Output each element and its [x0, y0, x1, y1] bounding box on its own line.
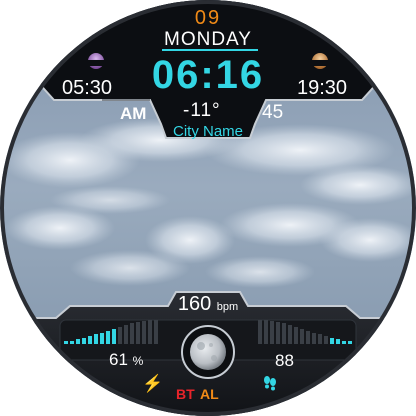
heart-rate-unit: bpm — [216, 301, 239, 313]
battery-value: 61 — [109, 350, 128, 369]
seconds-display: 45 — [262, 102, 284, 123]
sunset-time: 19:30 — [297, 77, 348, 99]
day-of-week: MONDAY — [164, 29, 252, 50]
heart-rate[interactable]: 160 bpm — [0, 293, 416, 316]
date-display: 09 — [194, 7, 222, 29]
city-name[interactable]: City Name — [0, 123, 416, 140]
bluetooth-indicator: BT — [176, 386, 195, 402]
watch-face: 09 MONDAY 06:16 05:30 19:30 AM -11° 45 C… — [0, 0, 416, 416]
heart-rate-value: 160 — [177, 293, 212, 315]
alarm-indicator: AL — [200, 386, 219, 402]
temperature: -11° — [183, 100, 221, 121]
am-pm-indicator: AM — [120, 104, 147, 123]
lightning-bolt-icon: ⚡ — [142, 374, 164, 393]
step-count[interactable]: 88 — [275, 351, 294, 371]
footsteps-icon — [263, 375, 277, 395]
battery-unit: % — [132, 354, 144, 368]
sunrise-time: 05:30 — [62, 77, 113, 99]
battery-level[interactable]: 61 % — [109, 350, 143, 370]
